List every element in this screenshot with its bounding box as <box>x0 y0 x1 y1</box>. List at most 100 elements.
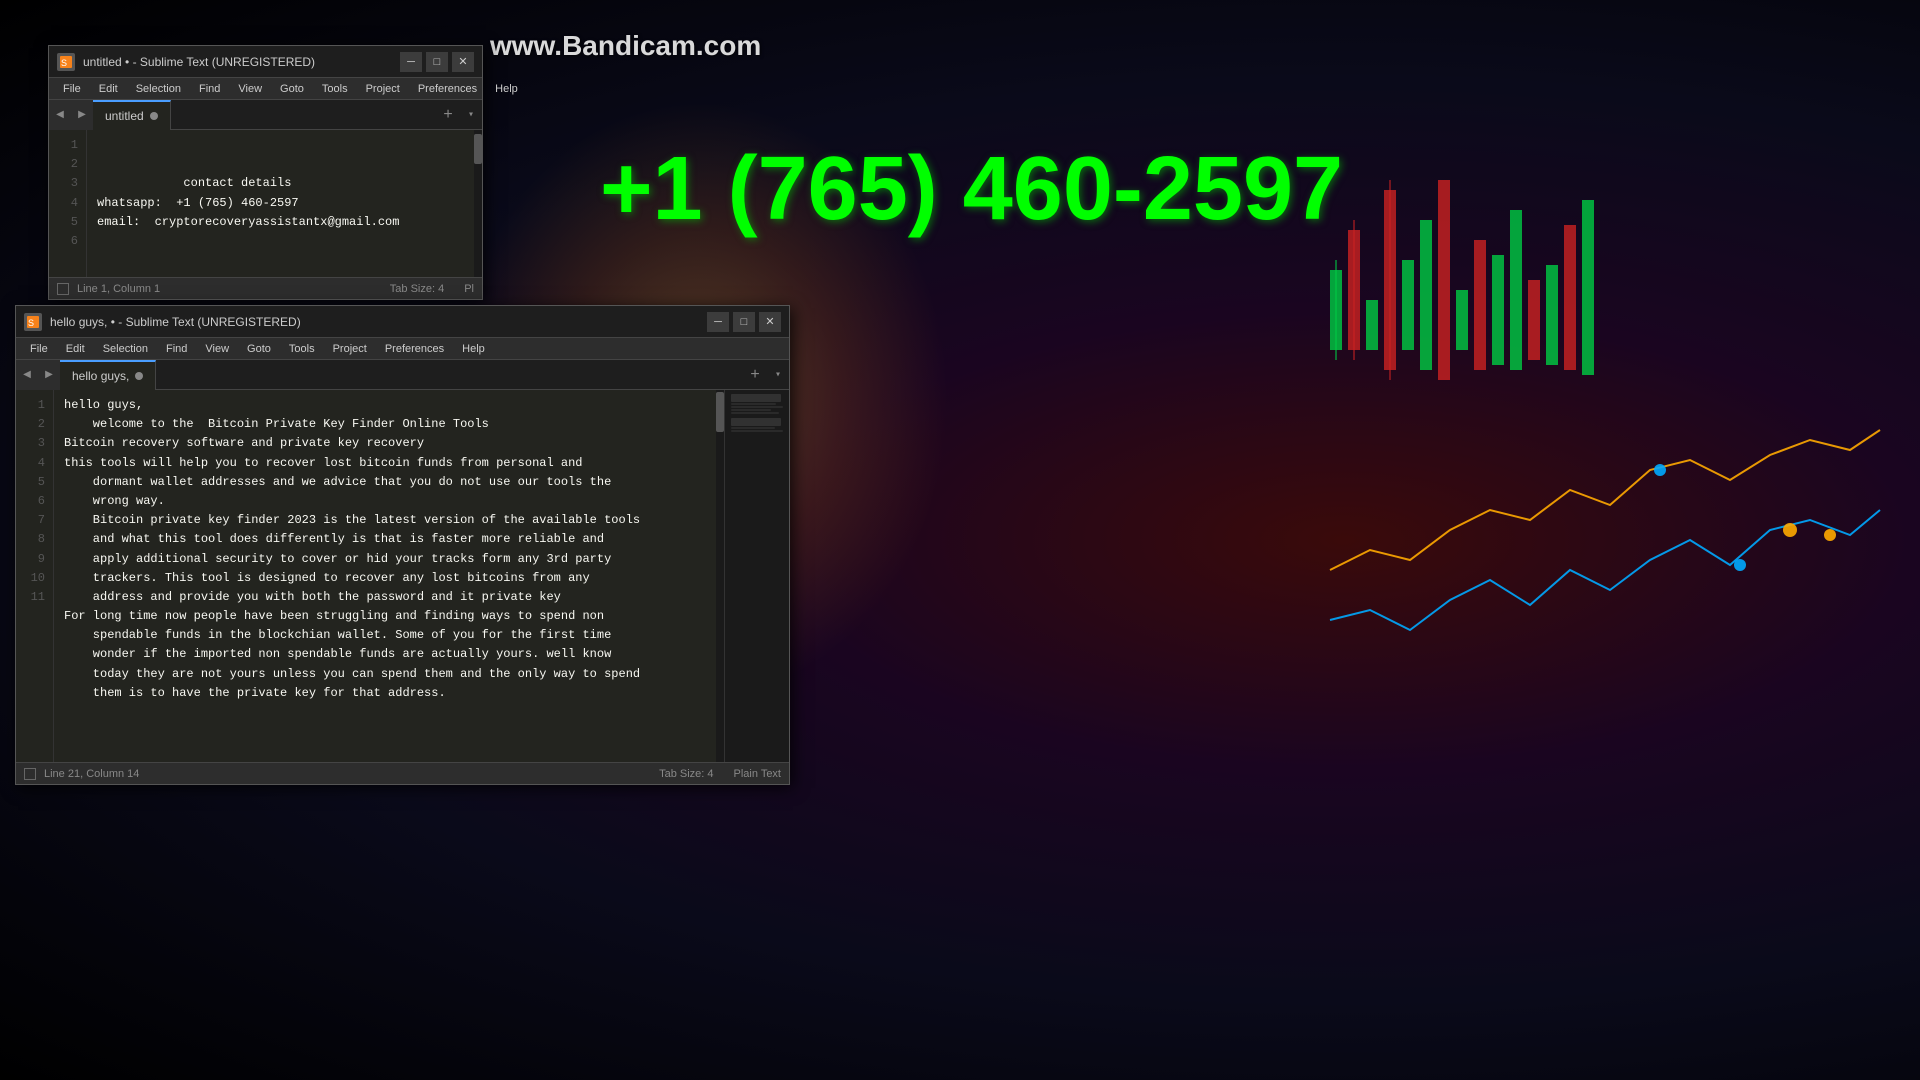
window-title-2: hello guys, • - Sublime Text (UNREGISTER… <box>50 315 707 329</box>
code-line-1-2 <box>97 155 472 174</box>
add-tab-btn-2[interactable]: + <box>743 363 767 387</box>
code-line-2-6b: spendable funds in the blockchian wallet… <box>64 626 779 645</box>
code-line-2-4: this tools will help you to recover lost… <box>64 454 779 473</box>
ln-1-1: 1 <box>49 136 78 155</box>
code-line-2-5d: trackers. This tool is designed to recov… <box>64 569 779 588</box>
scrollbar-thumb-2[interactable] <box>716 392 724 432</box>
code-line-2-1: hello guys, <box>64 396 779 415</box>
menu-preferences-2[interactable]: Preferences <box>377 341 452 357</box>
code-area-2[interactable]: hello guys, welcome to the Bitcoin Priva… <box>54 390 789 762</box>
ln-1-5: 5 <box>49 213 78 232</box>
menu-view-2[interactable]: View <box>197 341 237 357</box>
tab-dropdown-1[interactable]: ▾ <box>460 103 482 127</box>
ln-2-7: 7 <box>16 511 45 530</box>
tab-modified-dot-2 <box>135 372 143 380</box>
code-line-2-5c: apply additional security to cover or hi… <box>64 550 779 569</box>
title-bar-1: S untitled • - Sublime Text (UNREGISTERE… <box>49 46 482 78</box>
menu-project-2[interactable]: Project <box>325 341 375 357</box>
code-line-2-5e: address and provide you with both the pa… <box>64 588 779 607</box>
menu-help-2[interactable]: Help <box>454 341 493 357</box>
menu-file-2[interactable]: File <box>22 341 56 357</box>
menu-edit-2[interactable]: Edit <box>58 341 93 357</box>
candlestick-chart <box>1320 150 1900 850</box>
ln-1-6: 6 <box>49 232 78 251</box>
tab-bar-2: ◀ ▶ hello guys, + ▾ <box>16 360 789 390</box>
menu-edit-1[interactable]: Edit <box>91 81 126 97</box>
code-line-2-3: Bitcoin recovery software and private ke… <box>64 434 779 453</box>
minimize-button-2[interactable]: ─ <box>707 312 729 332</box>
sublime-window-2: S hello guys, • - Sublime Text (UNREGIST… <box>15 305 790 785</box>
code-line-1-3: contact details <box>97 174 472 193</box>
cursor-position-1: Line 1, Column 1 <box>77 283 160 295</box>
title-bar-2: S hello guys, • - Sublime Text (UNREGIST… <box>16 306 789 338</box>
code-area-1[interactable]: contact details whatsapp: +1 (765) 460-2… <box>87 130 482 277</box>
menu-selection-1[interactable]: Selection <box>128 81 189 97</box>
menu-view-1[interactable]: View <box>230 81 270 97</box>
tab-prev-1[interactable]: ◀ <box>49 100 71 130</box>
tab-prev-2[interactable]: ◀ <box>16 360 38 390</box>
scrollbar-1[interactable] <box>474 130 482 277</box>
menu-help-1[interactable]: Help <box>487 81 526 97</box>
menu-tools-1[interactable]: Tools <box>314 81 356 97</box>
menu-file-1[interactable]: File <box>55 81 89 97</box>
tab-label-untitled: untitled <box>105 109 144 123</box>
menu-goto-2[interactable]: Goto <box>239 341 279 357</box>
code-line-2-6d: today they are not yours unless you can … <box>64 665 779 684</box>
menu-find-2[interactable]: Find <box>158 341 195 357</box>
maximize-button-2[interactable]: □ <box>733 312 755 332</box>
scrollbar-2[interactable] <box>716 390 724 762</box>
add-tab-btn-1[interactable]: + <box>436 103 460 127</box>
window-controls-1: ─ □ ✕ <box>400 52 474 72</box>
ln-2-8: 8 <box>16 530 45 549</box>
status-left-2: Line 21, Column 14 <box>24 768 139 780</box>
code-line-2-5a: Bitcoin private key finder 2023 is the l… <box>64 511 779 530</box>
sublime-icon-1: S <box>57 53 75 71</box>
ln-2-2: 2 <box>16 415 45 434</box>
phone-overlay: +1 (765) 460-2597 <box>600 140 1343 239</box>
cursor-position-2: Line 21, Column 14 <box>44 768 139 780</box>
status-right-2: Tab Size: 4 Plain Text <box>659 768 781 780</box>
window-controls-2: ─ □ ✕ <box>707 312 781 332</box>
menu-find-1[interactable]: Find <box>191 81 228 97</box>
parser-2: Plain Text <box>734 768 782 780</box>
maximize-button-1[interactable]: □ <box>426 52 448 72</box>
menu-bar-1: File Edit Selection Find View Goto Tools… <box>49 78 482 100</box>
code-line-1-6 <box>97 232 472 251</box>
menu-preferences-1[interactable]: Preferences <box>410 81 485 97</box>
tab-next-1[interactable]: ▶ <box>71 100 93 130</box>
menu-selection-2[interactable]: Selection <box>95 341 156 357</box>
bandicam-watermark: www.Bandicam.com <box>490 30 761 62</box>
line-numbers-2: 1 2 3 4 5 6 7 8 9 10 11 <box>16 390 54 762</box>
phone-number: +1 (765) 460-2597 <box>600 140 1343 239</box>
editor-body-1: 1 2 3 4 5 6 contact details whatsapp: +1… <box>49 130 482 277</box>
ln-1-3: 3 <box>49 174 78 193</box>
minimize-button-1[interactable]: ─ <box>400 52 422 72</box>
code-line-2-4c: wrong way. <box>64 492 779 511</box>
editor-body-2: 1 2 3 4 5 6 7 8 9 10 11 hello guys, welc… <box>16 390 789 762</box>
tab-dropdown-2[interactable]: ▾ <box>767 363 789 387</box>
code-line-2-9 <box>64 741 779 760</box>
menu-goto-1[interactable]: Goto <box>272 81 312 97</box>
code-line-1-1 <box>97 136 472 155</box>
tab-next-2[interactable]: ▶ <box>38 360 60 390</box>
close-button-1[interactable]: ✕ <box>452 52 474 72</box>
code-line-2-7 <box>64 703 779 722</box>
tab-hellos[interactable]: hello guys, <box>60 360 156 390</box>
code-line-2-4b: dormant wallet addresses and we advice t… <box>64 473 779 492</box>
menu-tools-2[interactable]: Tools <box>281 341 323 357</box>
code-line-1-5: email: cryptorecoveryassistantx@gmail.co… <box>97 213 472 232</box>
code-line-2-6c: wonder if the imported non spendable fun… <box>64 645 779 664</box>
tab-label-hellos: hello guys, <box>72 369 129 383</box>
line-numbers-1: 1 2 3 4 5 6 <box>49 130 87 277</box>
close-button-2[interactable]: ✕ <box>759 312 781 332</box>
sublime-icon-2: S <box>24 313 42 331</box>
menu-project-1[interactable]: Project <box>358 81 408 97</box>
ln-2-10: 10 <box>16 569 45 588</box>
tab-untitled[interactable]: untitled <box>93 100 171 130</box>
status-bar-2: Line 21, Column 14 Tab Size: 4 Plain Tex… <box>16 762 789 784</box>
minimap-2 <box>724 390 789 762</box>
tab-size-1: Tab Size: 4 <box>390 283 444 295</box>
scrollbar-thumb-1[interactable] <box>474 134 482 164</box>
code-line-1-4: whatsapp: +1 (765) 460-2597 <box>97 194 472 213</box>
tab-size-2: Tab Size: 4 <box>659 768 713 780</box>
